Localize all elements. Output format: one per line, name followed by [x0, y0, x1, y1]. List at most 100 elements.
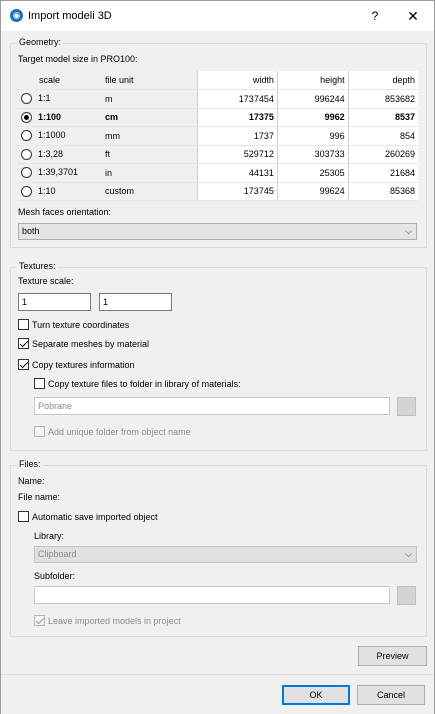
cell-unit-text: cm: [105, 112, 119, 123]
cell-scale: 1:100: [18, 108, 102, 127]
mesh-orientation-value: both: [22, 226, 40, 236]
cell-scale-text: 1:10: [38, 185, 56, 196]
scale-table: scale file unit width height depth 1:1 m 1…: [18, 71, 418, 201]
subfolder-input[interactable]: [34, 586, 390, 604]
cell-scale: 1:10: [18, 182, 102, 201]
cell-scale-text: 1:100: [38, 111, 62, 122]
scale-radio[interactable]: [21, 111, 32, 123]
scale-radio[interactable]: [21, 148, 32, 160]
cell-unit: m: [102, 89, 197, 109]
cell-depth: 8537: [347, 108, 418, 127]
library-select[interactable]: Clipboard ⌵: [34, 546, 417, 563]
chevron-down-icon: ⌵: [405, 226, 412, 236]
leave-models-label: Leave imported models in project: [48, 616, 181, 626]
ok-button[interactable]: OK: [282, 685, 350, 705]
cell-scale: 1:1: [18, 89, 102, 109]
header-unit: file unit: [102, 71, 197, 90]
preview-button[interactable]: Preview: [358, 646, 427, 666]
copy-textures-info-label: Copy textures information: [32, 360, 135, 370]
cell-width: 44131: [196, 163, 278, 183]
cell-scale: 1:39,3701: [18, 163, 102, 183]
cell-width: 173745: [196, 182, 278, 201]
cell-depth-text: 854: [399, 130, 415, 141]
cell-unit: ft: [102, 145, 197, 164]
header-height: height: [276, 71, 349, 90]
cell-height-text: 303733: [314, 149, 345, 160]
cell-scale: 1:1000: [18, 126, 102, 146]
texture-scale-y-input[interactable]: 1: [99, 293, 172, 311]
cell-width: 1737: [196, 126, 278, 146]
library-label: Library:: [34, 531, 65, 541]
cell-unit-text: m: [105, 93, 113, 104]
cell-height: 9962: [276, 108, 349, 127]
cell-unit-text: ft: [105, 149, 111, 160]
name-label: Name:: [18, 476, 45, 486]
scale-radio[interactable]: [21, 185, 32, 197]
texture-scale-label: Texture scale:: [18, 276, 74, 286]
cancel-button[interactable]: Cancel: [357, 685, 425, 705]
header-depth: depth: [347, 71, 418, 90]
library-value: Clipboard: [38, 549, 77, 559]
texture-scale-x-input[interactable]: 1: [18, 293, 91, 311]
leave-models-checkbox[interactable]: [34, 615, 45, 626]
cell-height: 99624: [276, 182, 349, 201]
unique-folder-checkbox[interactable]: [34, 426, 45, 437]
scale-radio[interactable]: [21, 93, 32, 105]
cell-height-text: 9962: [324, 112, 345, 123]
browse-subfolder-button[interactable]: [397, 586, 416, 605]
help-button[interactable]: ?: [363, 5, 387, 27]
cell-depth-text: 85368: [389, 186, 415, 197]
cell-depth-text: 21684: [389, 167, 415, 178]
cell-scale-text: 1:3,28: [38, 148, 64, 159]
file-name-label: File name:: [18, 492, 61, 502]
cell-height-text: 25305: [319, 167, 345, 178]
cell-height-text: 996244: [314, 93, 345, 104]
cell-height-text: 99624: [319, 186, 345, 197]
turn-texture-coordinates-label: Turn texture coordinates: [32, 320, 130, 330]
scale-row[interactable]: 1:3,28 ft 529712 303733 260269: [18, 145, 418, 164]
cell-width-text: 173745: [243, 186, 274, 197]
copy-textures-info-checkbox[interactable]: [18, 359, 29, 370]
cell-width-text: 17375: [248, 112, 274, 123]
texture-folder-input[interactable]: Pobrane: [34, 397, 390, 415]
cell-width-text: 1737454: [238, 93, 274, 104]
cell-depth: 260269: [347, 145, 418, 164]
app-icon: ◉: [10, 9, 23, 22]
cell-width-text: 44131: [248, 167, 274, 178]
cell-height: 996244: [276, 89, 349, 109]
cell-height-text: 996: [329, 130, 345, 141]
cell-height: 303733: [276, 145, 349, 164]
cell-width: 17375: [196, 108, 278, 127]
geometry-group-title: Geometry:: [17, 37, 64, 47]
scale-radio[interactable]: [21, 130, 32, 142]
cell-unit-text: in: [105, 167, 113, 178]
cell-depth-text: 853682: [384, 93, 415, 104]
cell-depth: 854: [347, 126, 418, 146]
cell-height: 25305: [276, 163, 349, 183]
cell-width: 529712: [196, 145, 278, 164]
import-dialog: ◉ Import modeli 3D ? ✕ Geometry: Target …: [0, 0, 435, 714]
cell-scale: 1:3,28: [18, 145, 102, 164]
browse-folder-button[interactable]: [397, 397, 416, 416]
cell-unit: mm: [102, 126, 197, 146]
cell-width-text: 1737: [253, 130, 274, 141]
cell-depth: 85368: [347, 182, 418, 201]
separate-meshes-checkbox[interactable]: [18, 338, 29, 349]
turn-texture-coordinates-checkbox[interactable]: [18, 319, 29, 330]
scale-row[interactable]: 1:1000 mm 1737 996 854: [18, 126, 418, 146]
cell-scale-text: 1:1: [38, 93, 51, 104]
textures-group-title: Textures:: [17, 261, 58, 271]
auto-save-checkbox[interactable]: [18, 511, 29, 522]
window-title: Import modeli 3D: [28, 10, 112, 22]
cell-unit: cm: [102, 108, 197, 127]
scale-row[interactable]: 1:100 cm 17375 9962 8537: [18, 108, 418, 127]
close-icon[interactable]: ✕: [399, 5, 427, 27]
scale-radio[interactable]: [21, 167, 32, 179]
copy-texture-files-checkbox[interactable]: [34, 378, 45, 389]
scale-row[interactable]: 1:39,3701 in 44131 25305 21684: [18, 163, 418, 183]
cell-height: 996: [276, 126, 349, 146]
scale-row[interactable]: 1:10 custom 173745 99624 85368: [18, 182, 418, 201]
mesh-orientation-select[interactable]: both ⌵: [18, 223, 417, 240]
cell-depth-text: 8537: [394, 112, 415, 123]
scale-row[interactable]: 1:1 m 1737454 996244 853682: [18, 89, 418, 109]
